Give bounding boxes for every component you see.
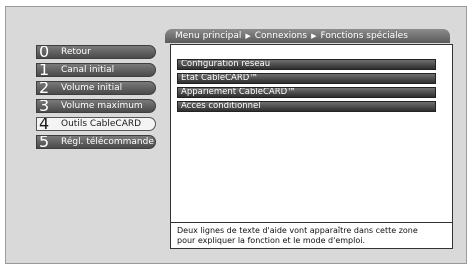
sidebar-item-remote-settings[interactable]: 5 Régl. télécommande [36, 135, 156, 149]
breadcrumb: Menu principal ▶ Connexions ▶ Fonctions spéc… [165, 29, 450, 43]
option-cablecard-pairing[interactable]: Appariement CableCARD™ [177, 87, 436, 98]
help-line-2: pour expliquer la fonction et le mode d'… [177, 236, 366, 245]
breadcrumb-main-menu[interactable]: Menu principal [175, 31, 241, 41]
menu-number: 4 [39, 117, 50, 131]
sidebar-item-initial-volume[interactable]: 2 Volume initial [36, 81, 156, 95]
menu-number: 1 [39, 63, 50, 77]
sidebar-menu: 0 Retour 1 Canal initial 2 Volume initia… [36, 45, 156, 153]
breadcrumb-connections[interactable]: Connexions [255, 31, 307, 41]
option-conditional-access[interactable]: Accès conditionnel [177, 101, 436, 112]
menu-label: Régl. télécommande [61, 137, 154, 147]
sidebar-item-initial-channel[interactable]: 1 Canal initial [36, 63, 156, 77]
menu-label: Volume maximum [61, 101, 143, 111]
breadcrumb-separator-icon: ▶ [245, 32, 251, 40]
breadcrumb-separator-icon: ▶ [311, 32, 317, 40]
menu-number: 2 [39, 81, 50, 95]
sidebar-item-back[interactable]: 0 Retour [36, 45, 156, 59]
option-cablecard-status[interactable]: Etat CableCARD™ [177, 73, 436, 84]
tv-menu-screen: Menu principal ▶ Connexions ▶ Fonctions spéc… [5, 6, 467, 264]
menu-label: Retour [61, 47, 91, 57]
menu-label: Outils CableCARD [61, 119, 142, 129]
menu-number: 5 [39, 135, 50, 149]
option-network-config[interactable]: Configuration réseau [177, 59, 436, 70]
menu-number: 0 [39, 45, 50, 59]
options-panel: Configuration réseau Etat CableCARD™ App… [170, 44, 453, 249]
help-text-area: Deux lignes de texte d'aide vont apparaî… [171, 222, 452, 248]
breadcrumb-special-functions: Fonctions spéciales [320, 31, 408, 41]
sidebar-item-cablecard-tools[interactable]: 4 Outils CableCARD [36, 117, 156, 131]
menu-label: Canal initial [61, 65, 115, 75]
help-line-1: Deux lignes de texte d'aide vont apparaî… [177, 226, 418, 235]
menu-number: 3 [39, 99, 50, 113]
sidebar-item-max-volume[interactable]: 3 Volume maximum [36, 99, 156, 113]
menu-label: Volume initial [61, 83, 123, 93]
